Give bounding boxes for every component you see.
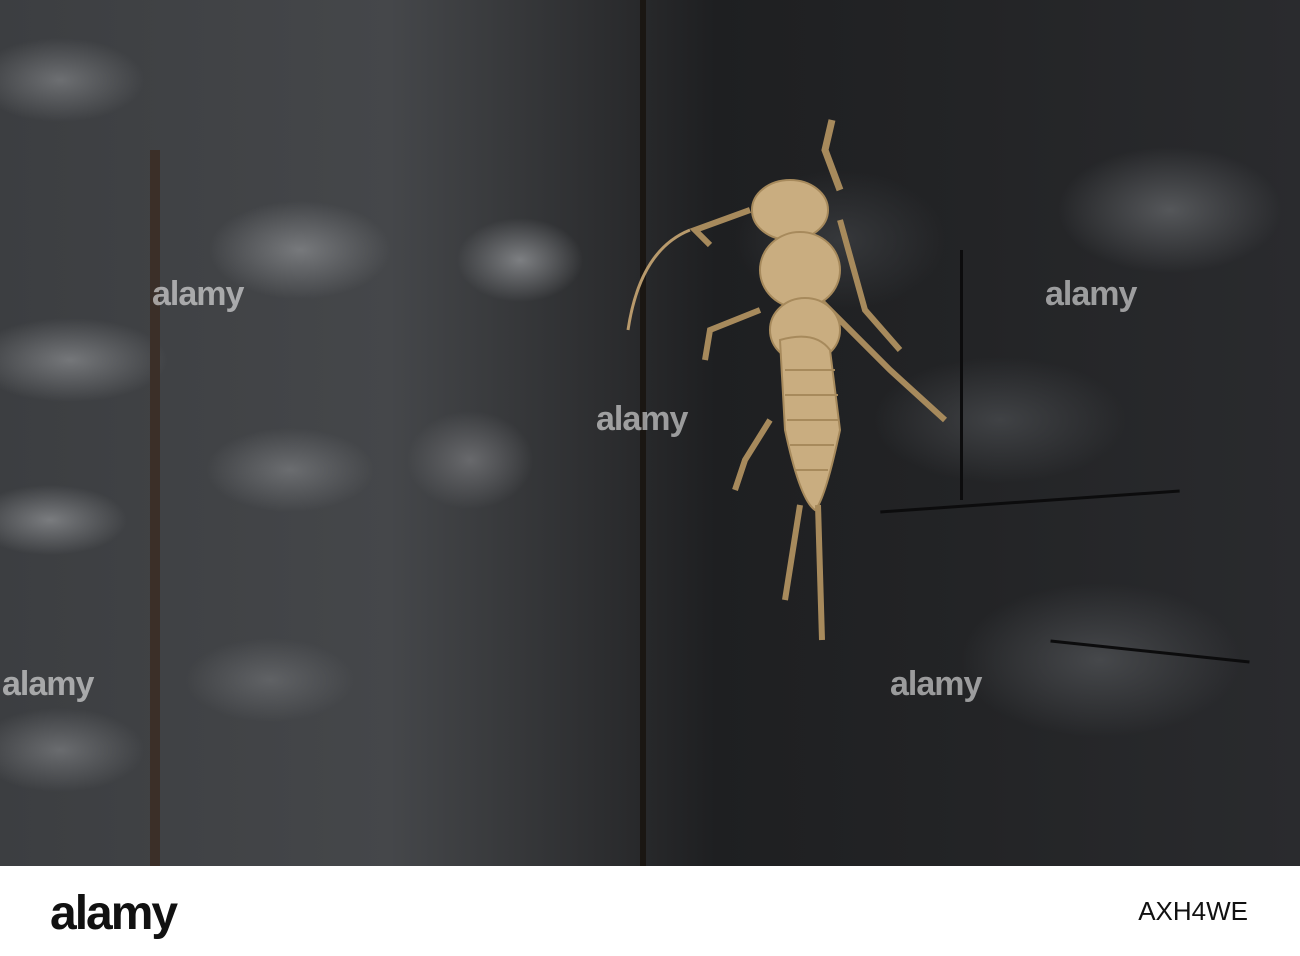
photo: alamy alamy alamy alamy alamy (0, 0, 1300, 866)
watermark: alamy (1045, 275, 1137, 313)
twig (150, 150, 160, 866)
image-id: AXH4WE (1138, 896, 1248, 926)
watermark: alamy (596, 400, 688, 438)
wood-crack (1050, 639, 1250, 664)
footer-bar: alamy AXH4WE (0, 866, 1300, 956)
insect-exuvia (626, 119, 948, 641)
alamy-logo: alamy (50, 887, 178, 940)
watermark: alamy (890, 665, 982, 703)
watermark: alamy (152, 275, 244, 313)
watermark: alamy (2, 665, 94, 703)
